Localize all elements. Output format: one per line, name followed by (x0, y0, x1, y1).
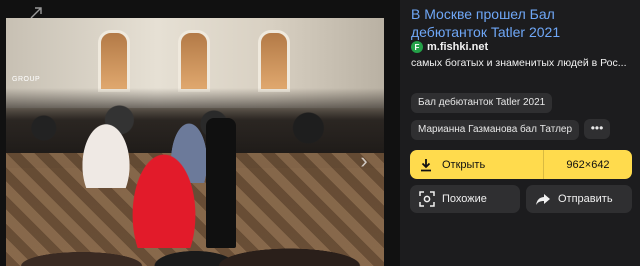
tag-chip[interactable]: Бал дебютанток Tatler 2021 (411, 93, 553, 113)
source-domain[interactable]: m.fishki.net (427, 41, 488, 53)
photo-watermark: GROUP (12, 76, 41, 83)
source-row[interactable]: F m.fishki.net (411, 40, 488, 54)
photo-window (178, 30, 210, 92)
share-label: Отправить (558, 193, 613, 205)
result-photo[interactable]: GROUP › (6, 18, 384, 266)
expand-icon[interactable] (30, 6, 42, 19)
action-row: Похожие Отправить (410, 185, 632, 213)
related-tags: Бал дебютанток Tatler 2021 Марианна Газм… (411, 92, 633, 146)
tag-chip[interactable]: Марианна Газманова бал Татлер (411, 120, 580, 140)
visual-search-icon (419, 191, 435, 207)
share-arrow-icon (536, 194, 550, 205)
image-viewer: GROUP › (0, 0, 400, 266)
open-label: Открыть (442, 158, 486, 171)
source-favicon-icon: F (411, 41, 423, 53)
download-icon (421, 158, 431, 171)
next-image-arrow[interactable]: › (354, 146, 374, 176)
share-button[interactable]: Отправить (526, 185, 632, 213)
result-snippet: самых богатых и знаменитых людей в Рос..… (411, 57, 627, 69)
photo-window (258, 30, 290, 92)
similar-images-button[interactable]: Похожие (410, 185, 520, 213)
image-size-select[interactable]: 962×642 (544, 159, 632, 171)
result-title-link[interactable]: В Москве прошел Бал дебютанток Tatler 20… (411, 5, 633, 41)
more-tags-button[interactable]: ••• (584, 119, 611, 139)
photo-window (98, 30, 130, 92)
open-image-button[interactable]: Открыть 962×642 (410, 150, 632, 179)
photo-foreground (6, 196, 384, 266)
result-details-panel: В Москве прошел Бал дебютанток Tatler 20… (400, 0, 640, 266)
similar-label: Похожие (442, 193, 487, 205)
